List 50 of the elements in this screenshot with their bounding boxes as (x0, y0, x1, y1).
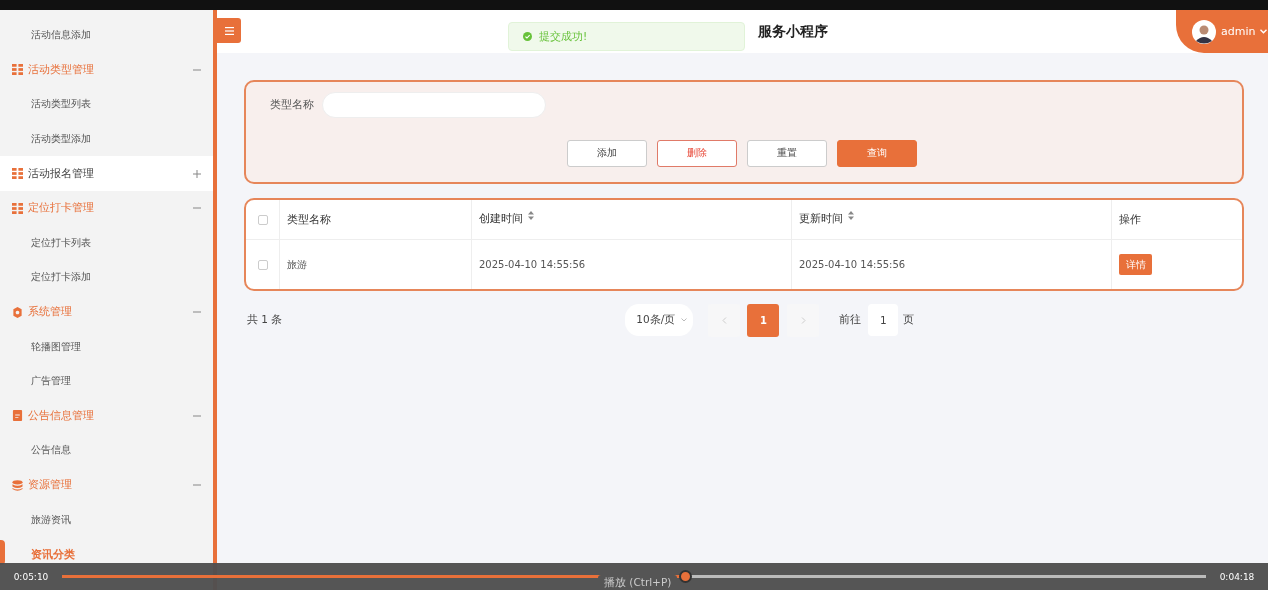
gear-icon (12, 306, 23, 318)
document-icon (12, 410, 23, 422)
sidebar-item[interactable]: 旅游资讯 (8, 513, 213, 527)
page-input[interactable]: 1 (868, 304, 899, 336)
chevron-down-icon (681, 318, 688, 322)
expand-icon[interactable] (193, 169, 201, 178)
sidebar-item[interactable]: 活动类型列表 (8, 98, 213, 111)
remaining-time: 0:04:18 (1218, 571, 1256, 582)
elapsed-time: 0:05:10 (12, 571, 50, 582)
sidebar-item[interactable]: 广告管理 (8, 374, 213, 388)
column-header[interactable]: 创建时间 (479, 211, 523, 226)
database-icon (12, 479, 23, 491)
page-suffix: 页 (903, 313, 915, 327)
grid-icon (12, 168, 23, 180)
table-cell: 旅游 (287, 257, 307, 272)
select-all-checkbox[interactable] (257, 214, 268, 225)
sidebar-item[interactable]: 活动类型添加 (8, 132, 213, 146)
grid-icon (12, 64, 23, 76)
sidebar-item[interactable]: 活动信息添加 (8, 28, 213, 42)
sidebar-item[interactable]: 轮播图管理 (8, 340, 213, 354)
menu-icon (224, 26, 234, 35)
sidebar-item[interactable]: 公告信息 (8, 443, 213, 457)
column-header: 类型名称 (287, 212, 331, 227)
toast-message: 提交成功! (539, 29, 588, 44)
avatar-icon (1192, 19, 1216, 44)
column-header[interactable]: 更新时间 (799, 211, 843, 226)
sidebar-group[interactable]: 活动报名管理 (0, 156, 213, 191)
table-cell: 2025-04-10 14:55:56 (479, 259, 586, 270)
sort-icon[interactable] (848, 211, 854, 220)
menu-button[interactable] (217, 18, 241, 43)
field-label: 类型名称 (270, 98, 314, 112)
column-header: 操作 (1119, 212, 1141, 227)
page-size-select[interactable]: 10条/页 (625, 304, 694, 336)
drawer-handle[interactable] (0, 540, 5, 565)
sidebar-item[interactable]: 定位打卡列表 (8, 236, 213, 250)
table-cell: 2025-04-10 14:55:56 (799, 259, 906, 270)
row-checkbox[interactable] (257, 259, 268, 270)
page-title: 服务小程序 (758, 23, 828, 41)
sidebar-item[interactable]: 定位打卡添加 (8, 270, 213, 284)
goto-label: 前往 (839, 313, 862, 327)
sort-icon[interactable] (528, 211, 534, 220)
grid-icon (12, 202, 23, 214)
caret-icon (1260, 29, 1268, 34)
check-icon (523, 32, 532, 41)
total-count: 共 1 条 (247, 313, 283, 327)
slider-thumb[interactable] (679, 570, 693, 583)
tooltip: 播放 (Ctrl+P) (598, 575, 678, 590)
action-button[interactable]: 添加 (567, 140, 647, 167)
action-button[interactable]: 重置 (747, 140, 827, 167)
action-button[interactable]: 删除 (657, 140, 737, 167)
